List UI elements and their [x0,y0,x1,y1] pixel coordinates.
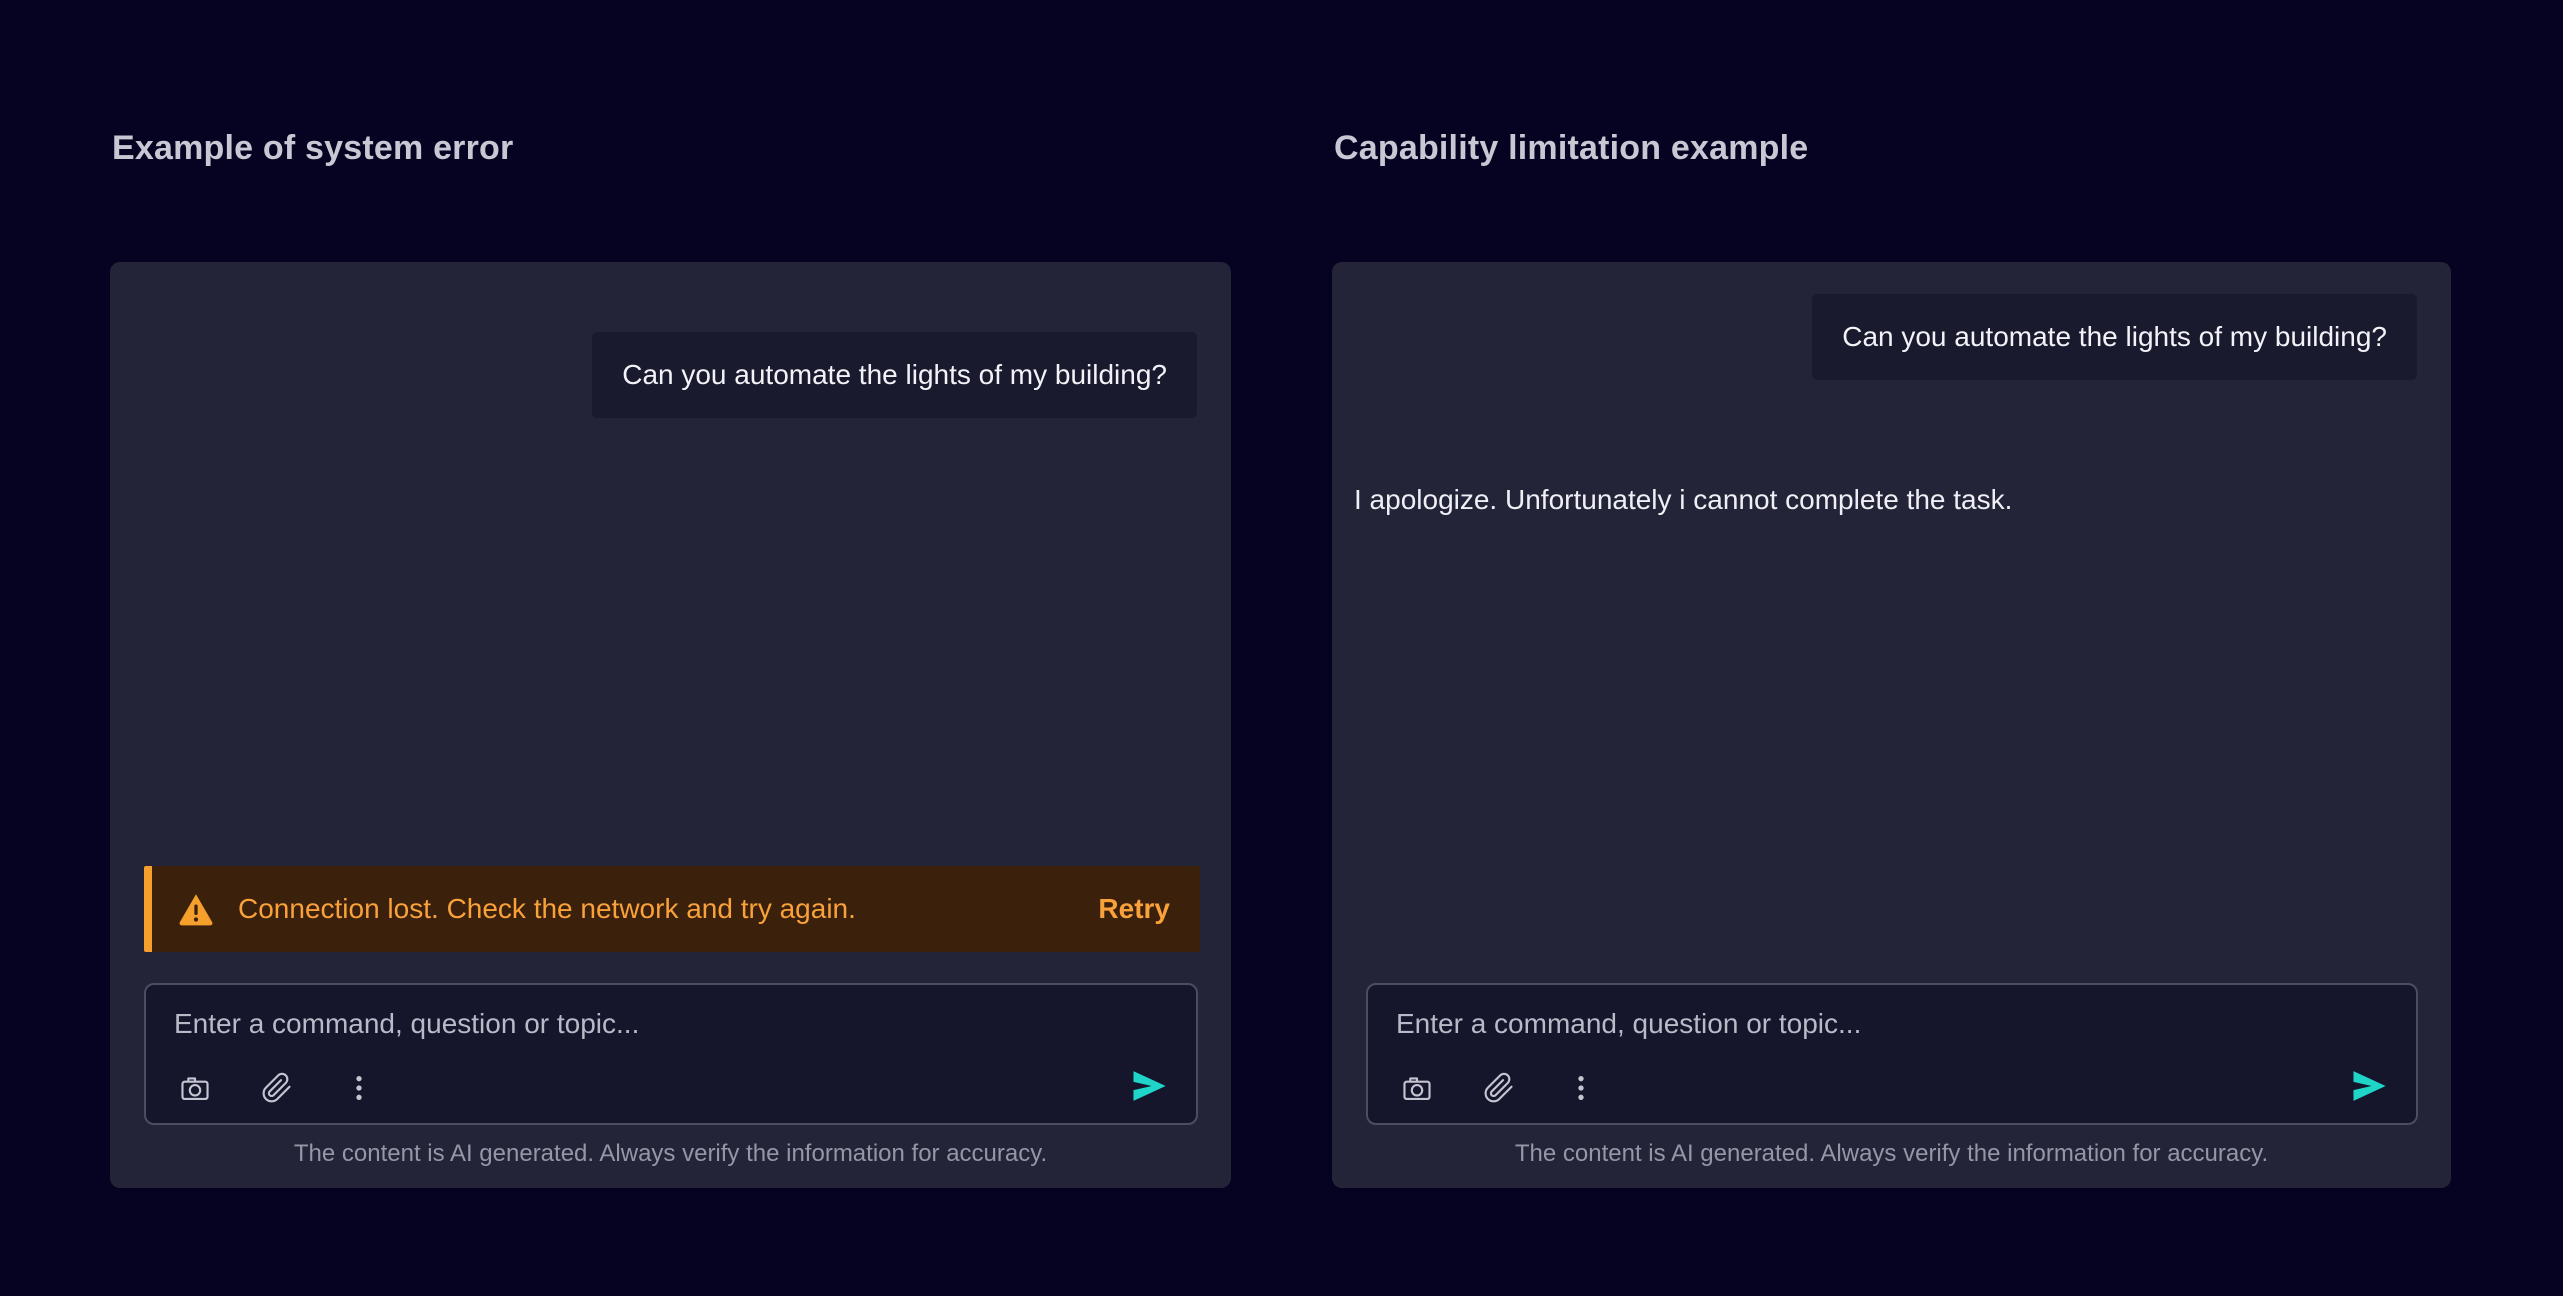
send-button[interactable] [2350,1067,2388,1105]
section-title-capability-limitation: Capability limitation example [1334,129,1808,168]
connection-error-banner: Connection lost. Check the network and t… [144,866,1200,952]
chat-panel-system-error: Can you automate the lights of my buildi… [110,262,1231,1188]
send-icon [2350,1067,2388,1105]
camera-icon [179,1072,211,1104]
kebab-menu-icon [343,1072,375,1104]
user-message-text: Can you automate the lights of my buildi… [1842,321,2387,352]
chat-input[interactable] [172,1007,1170,1041]
user-message-bubble: Can you automate the lights of my buildi… [1812,294,2417,380]
paperclip-icon [1483,1072,1515,1104]
retry-button[interactable]: Retry [1098,893,1170,925]
attach-file-button[interactable] [1482,1071,1516,1105]
chat-input[interactable] [1394,1007,2390,1041]
kebab-menu-icon [1565,1072,1597,1104]
user-message-bubble: Can you automate the lights of my buildi… [592,332,1197,418]
chat-input-container [144,983,1198,1125]
paperclip-icon [261,1072,293,1104]
input-action-row [1400,1071,1598,1105]
ai-disclaimer-text: The content is AI generated. Always veri… [110,1140,1231,1168]
user-message-text: Can you automate the lights of my buildi… [622,359,1167,390]
warning-triangle-icon [178,891,214,927]
chat-panel-capability-limitation: Can you automate the lights of my buildi… [1332,262,2451,1188]
error-message-text: Connection lost. Check the network and t… [238,893,856,925]
input-action-row [178,1071,376,1105]
more-options-button[interactable] [1564,1071,1598,1105]
camera-button[interactable] [178,1071,212,1105]
send-icon [1130,1067,1168,1105]
assistant-message-text: I apologize. Unfortunately i cannot comp… [1354,484,2012,516]
camera-button[interactable] [1400,1071,1434,1105]
chat-input-container [1366,983,2418,1125]
ai-disclaimer-text: The content is AI generated. Always veri… [1332,1140,2451,1168]
send-button[interactable] [1130,1067,1168,1105]
more-options-button[interactable] [342,1071,376,1105]
section-title-system-error: Example of system error [112,129,513,168]
attach-file-button[interactable] [260,1071,294,1105]
camera-icon [1401,1072,1433,1104]
